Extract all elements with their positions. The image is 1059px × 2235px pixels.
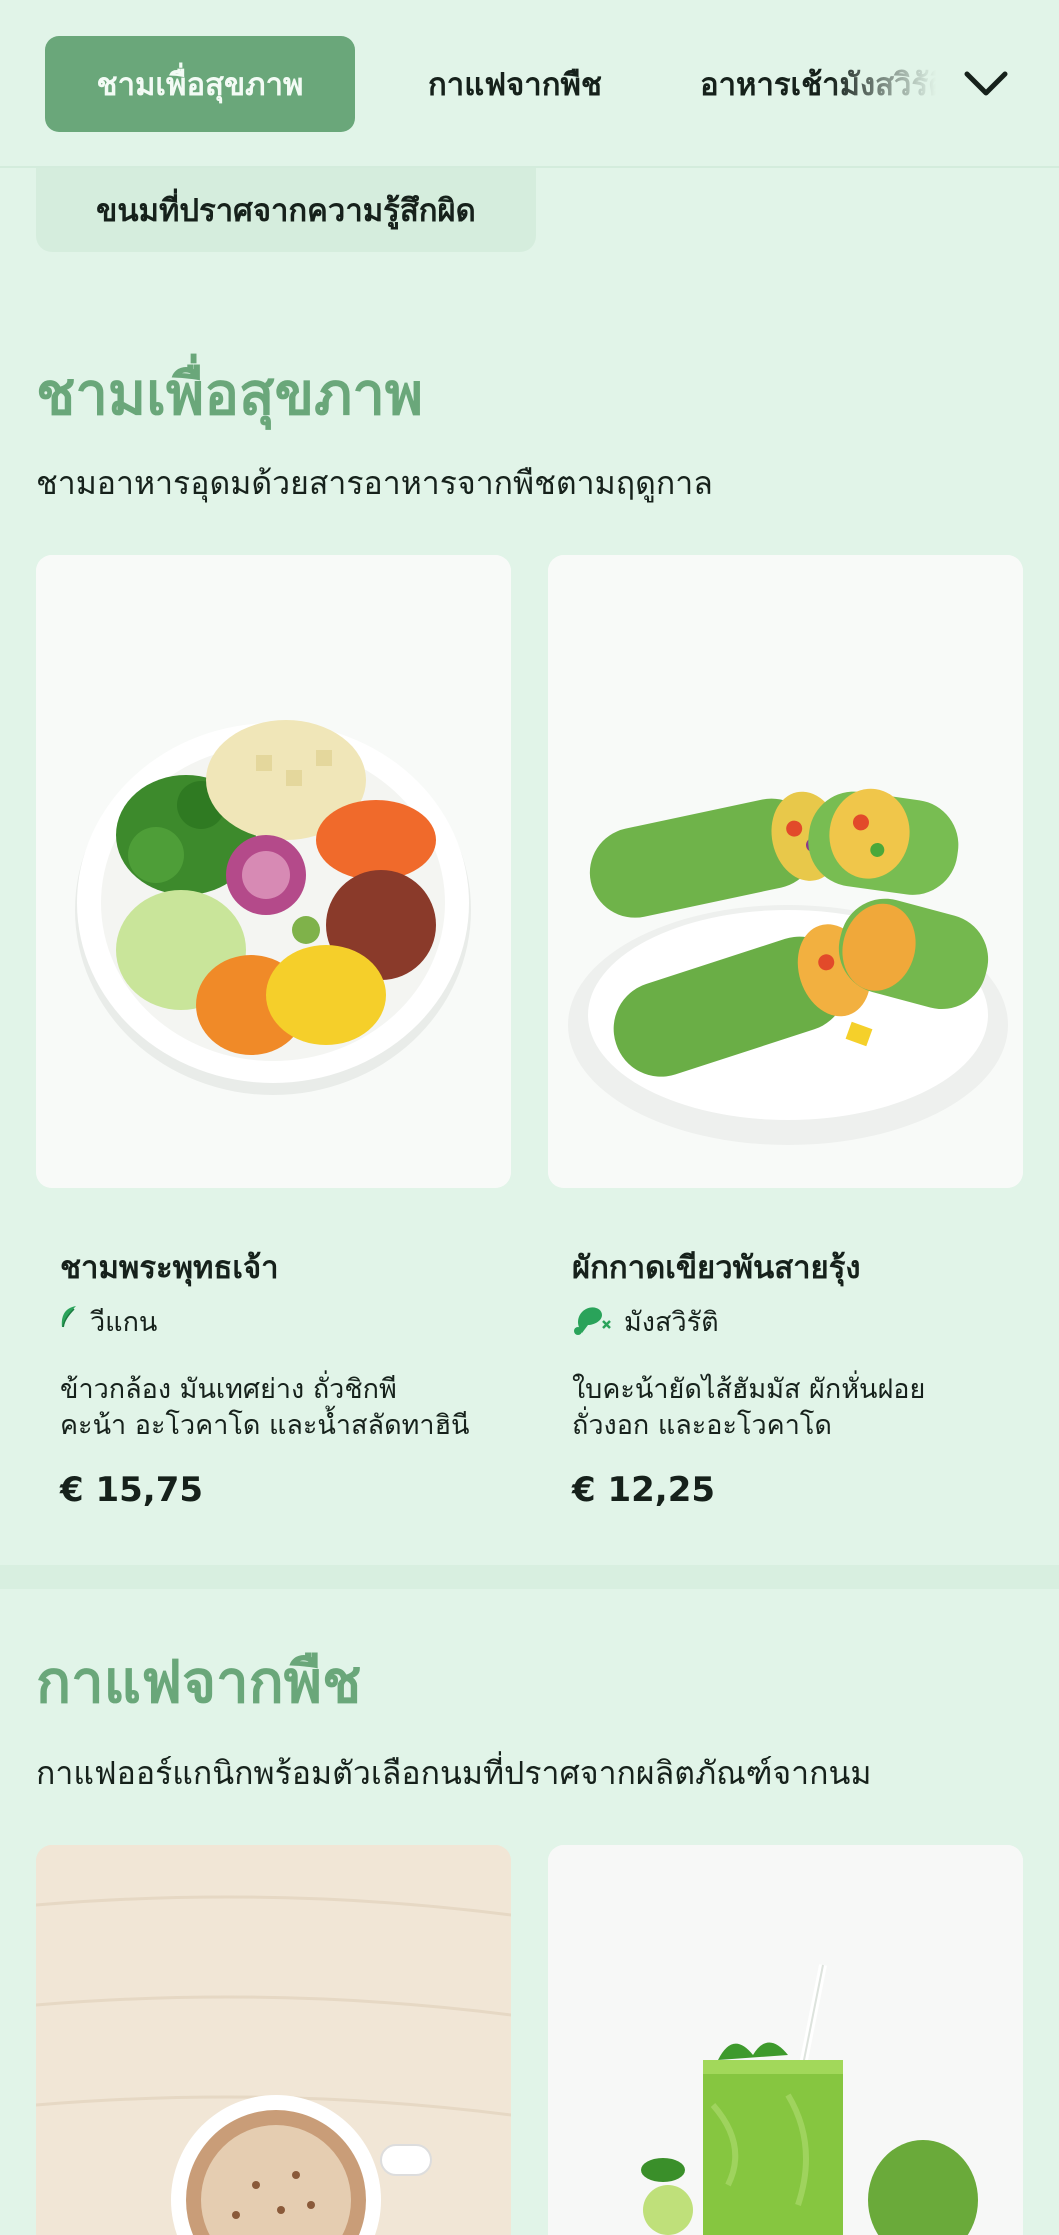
item-price: € 12,25 <box>572 1470 716 1510</box>
item-description: ข้าวกล้อง มันเทศย่าง ถั่วชิกพี คะน้า อะโ… <box>60 1372 490 1444</box>
item-description: ใบคะน้ายัดไส้ฮัมมัส ผักหั่นฝอย ถั่วงอก แ… <box>572 1372 1002 1444</box>
tab-guilt-free-snacks[interactable]: ขนมที่ปราศจากความรู้สึกผิด <box>36 168 536 252</box>
diet-tag: มังสวิรัติ <box>572 1300 719 1343</box>
latte-image[interactable] <box>36 1845 511 2235</box>
no-meat-icon <box>572 1301 612 1342</box>
section-subtitle: กาแฟออร์แกนิกพร้อมตัวเลือกนมที่ปราศจากผล… <box>36 1754 872 1792</box>
item-description-line: ถั่วงอก และอะโวคาโด <box>572 1410 832 1441</box>
section-title: กาแฟจากพืช <box>36 1648 362 1716</box>
buddha-bowl-image[interactable] <box>36 555 511 1188</box>
green-smoothie-image[interactable] <box>548 1845 1023 2235</box>
category-tab-bar: ชามเพื่อสุขภาพ กาแฟจากพืช อาหารเช้ามังสว… <box>0 0 1059 168</box>
tab-plant-coffee[interactable]: กาแฟจากพืช <box>400 36 630 132</box>
section-title: ชามเพื่อสุขภาพ <box>36 360 424 428</box>
menu-page: ชามเพื่อสุขภาพ กาแฟจากพืช อาหารเช้ามังสว… <box>0 0 1059 2235</box>
item-name[interactable]: ชามพระพุทธเจ้า <box>60 1242 279 1292</box>
item-name[interactable]: ผักกาดเขียวพันสายรุ้ง <box>572 1242 861 1292</box>
green-wrap-image[interactable] <box>548 555 1023 1188</box>
section-divider <box>0 1565 1059 1589</box>
item-price: € 15,75 <box>60 1470 204 1510</box>
item-description-line: ข้าวกล้อง มันเทศย่าง ถั่วชิกพี <box>60 1374 397 1405</box>
leaf-icon <box>60 1305 78 1338</box>
diet-tag: วีแกน <box>60 1300 157 1343</box>
chevron-down-icon[interactable] <box>955 56 1017 112</box>
diet-tag-label: มังสวิรัติ <box>624 1307 719 1338</box>
item-description-line: ใบคะน้ายัดไส้ฮัมมัส ผักหั่นฝอย <box>572 1374 926 1405</box>
item-description-line: คะน้า อะโวคาโด และน้ำสลัดทาฮินี <box>60 1410 470 1441</box>
diet-tag-label: วีแกน <box>90 1307 158 1338</box>
tab-healthy-bowls[interactable]: ชามเพื่อสุขภาพ <box>45 36 355 132</box>
tab-vegetarian-breakfast[interactable]: อาหารเช้ามังสวิรัติ <box>700 36 936 132</box>
section-subtitle: ชามอาหารอุดมด้วยสารอาหารจากพืชตามฤดูกาล <box>36 464 713 502</box>
